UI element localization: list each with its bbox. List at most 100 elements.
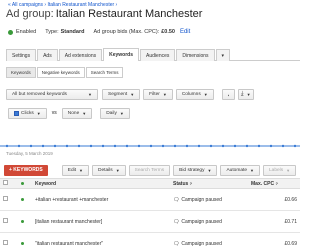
max-cpc-column-header[interactable]: Max. CPC ? (248, 178, 300, 189)
chart-point (221, 144, 225, 148)
tab-more[interactable]: ▾ (215, 49, 231, 61)
labels-label: Labels (269, 167, 284, 173)
enabled-dot-icon[interactable] (21, 241, 24, 245)
chart-point (53, 144, 57, 148)
filter-label: Filter (149, 91, 160, 97)
enabled-dot-icon[interactable] (21, 219, 24, 223)
type-value: Standard (60, 29, 85, 35)
row-status-dot-cell (18, 188, 32, 211)
row-status-dot-cell (18, 210, 32, 233)
keyword-cell[interactable]: [italian restaurant manchester] (32, 210, 170, 233)
table-row[interactable]: +italian +restaurant +manchester 🗨 Campai… (0, 188, 300, 211)
row-checkbox[interactable] (3, 240, 8, 245)
chart-point (29, 144, 33, 148)
chart-point (77, 144, 81, 148)
speech-bubble-icon[interactable]: 🗨 (173, 241, 179, 247)
enabled-status-icon (8, 29, 13, 35)
chart-controls: Clicks ▼ vs None ▼ Daily ▼ (8, 107, 130, 119)
edit-dropdown[interactable]: Edit ▼ (61, 164, 90, 176)
status-column-header[interactable]: Status ? (170, 178, 248, 189)
keyword-cell[interactable]: +italian +restaurant +manchester (32, 188, 170, 211)
chart-point (281, 144, 285, 148)
keyword-filter-dropdown[interactable]: All but removed keywords ▼ (6, 88, 98, 100)
help-icon[interactable]: ? (190, 181, 192, 186)
chevron-down-icon: ▼ (36, 110, 41, 116)
filter-toolbar: All but removed keywords ▼ Segment ▼ Filte… (6, 88, 254, 100)
row-checkbox-cell (0, 188, 18, 211)
help-icon[interactable]: ? (275, 181, 277, 186)
chevron-down-icon: ▼ (250, 167, 254, 173)
keyword-cell[interactable]: "italian restaurant manchester" (32, 232, 170, 250)
chart-point (269, 144, 273, 148)
tab-ad-extensions[interactable]: Ad extensions (58, 49, 103, 61)
chart-point (161, 144, 165, 148)
chart-toggle-button[interactable] (221, 88, 235, 100)
chart-point (245, 144, 249, 148)
select-all-checkbox[interactable] (3, 180, 8, 185)
tab-keywords[interactable]: Keywords (103, 48, 140, 61)
max-cpc-column-label: Max. CPC (251, 180, 275, 187)
subtab-negative-keywords[interactable]: Negative keywords (36, 67, 85, 78)
chevron-down-icon: ▼ (88, 91, 92, 97)
details-label: Details (98, 167, 113, 173)
status-cell: 🗨 Campaign paused (170, 188, 248, 211)
bid-strategy-dropdown[interactable]: Bid strategy ▼ (173, 164, 218, 176)
tab-dimensions[interactable]: Dimensions (176, 49, 215, 61)
chart-point (173, 144, 177, 148)
enabled-dot-icon[interactable] (21, 197, 24, 201)
max-cpc-cell[interactable]: £0.66 (248, 188, 300, 211)
automate-dropdown[interactable]: Automate ▼ (220, 164, 260, 176)
subtab-search-terms[interactable]: Search Terms (85, 67, 124, 78)
subtab-keywords[interactable]: Keywords (6, 67, 36, 78)
tab-ads[interactable]: Ads (37, 49, 58, 61)
max-cpc-cell[interactable]: £0.71 (248, 210, 300, 233)
metric1-dropdown[interactable]: Clicks ▼ (8, 107, 47, 119)
tab-settings[interactable]: Settings (6, 49, 37, 61)
period-label: Daily (106, 110, 117, 116)
bids-label: Ad group bids (Max. CPC): (93, 29, 160, 35)
chevron-down-icon: ▼ (115, 167, 120, 173)
speech-bubble-icon[interactable]: 🗨 (173, 219, 179, 225)
status-dot-icon (21, 181, 24, 185)
chart-point (113, 144, 117, 148)
speech-bubble-icon[interactable]: 🗨 (173, 197, 179, 203)
tab-audiences[interactable]: Audiences (140, 49, 176, 61)
metric2-label: None (67, 110, 80, 116)
status-text: Campaign paused (181, 218, 222, 225)
keyword-filter-label: All but removed keywords (12, 91, 67, 97)
row-checkbox[interactable] (3, 218, 8, 223)
row-checkbox-cell (0, 232, 18, 250)
chevron-down-icon: ▼ (119, 110, 124, 116)
status-column-label: Status (173, 180, 189, 187)
status-dot-header (18, 178, 32, 189)
status-label: Enabled (16, 29, 37, 35)
keyword-column-header[interactable]: Keyword (32, 178, 170, 189)
chart-point (125, 144, 129, 148)
download-button[interactable]: ⤓ ▼ (237, 88, 254, 100)
edit-bid-link[interactable]: Edit (180, 29, 190, 35)
segment-dropdown[interactable]: Segment ▼ (102, 88, 141, 100)
row-checkbox[interactable] (3, 196, 8, 201)
table-row[interactable]: [italian restaurant manchester] 🗨 Campaig… (0, 210, 300, 233)
chart-point (293, 144, 297, 148)
columns-dropdown[interactable]: Columns ▼ (175, 88, 214, 100)
add-keywords-button[interactable]: + KEYWORDS (4, 164, 48, 176)
automate-label: Automate (226, 167, 248, 173)
chevron-down-icon: ▼ (79, 167, 84, 173)
period-dropdown[interactable]: Daily ▼ (100, 107, 130, 119)
row-checkbox-cell (0, 210, 18, 233)
action-bar: + KEYWORDS Edit ▼ Details ▼ Search Terms B… (4, 164, 297, 176)
details-dropdown[interactable]: Details ▼ (92, 164, 126, 176)
max-cpc-cell[interactable]: £0.69 (248, 232, 300, 250)
metric2-dropdown[interactable]: None ▼ (61, 107, 93, 119)
metric-swatch (14, 110, 19, 116)
chart-point (149, 144, 153, 148)
chart-point (101, 144, 105, 148)
labels-dropdown[interactable]: Labels ▼ (263, 164, 297, 176)
chart-point (41, 144, 45, 148)
chart-point (65, 144, 69, 148)
table-row[interactable]: "italian restaurant manchester" 🗨 Campaig… (0, 232, 300, 250)
sub-tabs: Keywords Negative keywords Search Terms (6, 67, 124, 78)
filter-dropdown[interactable]: Filter ▼ (143, 88, 173, 100)
search-terms-button[interactable]: Search Terms (128, 164, 171, 176)
